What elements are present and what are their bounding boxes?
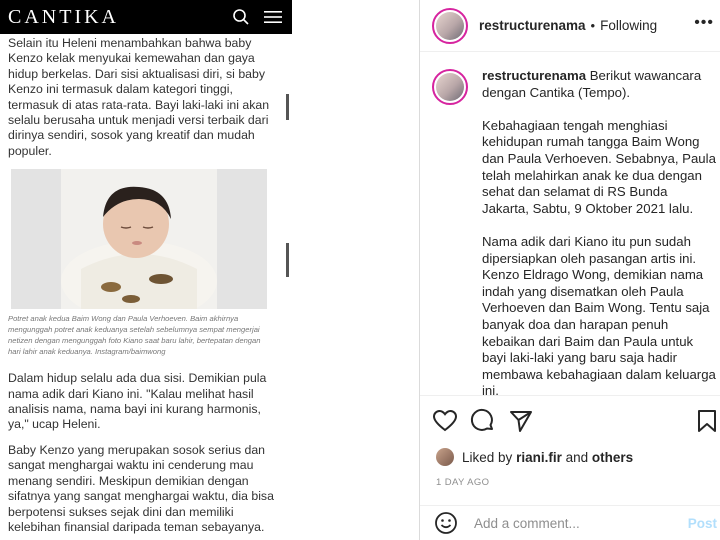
article-paragraph: Selain itu Heleni menambahkan bahwa baby… (8, 36, 270, 158)
comment-input[interactable]: Add a comment... (474, 516, 580, 531)
share-icon[interactable] (508, 408, 534, 434)
scroll-indicator (286, 243, 289, 277)
add-comment-bar: Add a comment... Post (420, 505, 720, 540)
comment-icon[interactable] (470, 408, 496, 434)
post-header: restructurenama • Following ••• (420, 0, 720, 52)
search-icon[interactable] (230, 6, 252, 28)
liked-others-link[interactable]: others (592, 450, 633, 465)
heart-icon[interactable] (432, 408, 458, 434)
article-screenshot: CANTIKA Selain itu Heleni menambahkan ba… (0, 0, 292, 540)
liked-prefix: Liked by (462, 449, 513, 465)
caption-text: Kebahagiaan tengah menghiasi kehidupan r… (482, 117, 716, 216)
username-link[interactable]: restructurenama (482, 68, 586, 83)
baby-photo (11, 169, 267, 310)
article-paragraph: Dalam hidup selalu ada dua sisi. Demikia… (8, 371, 267, 432)
avatar[interactable] (432, 7, 468, 44)
menu-icon[interactable] (262, 6, 284, 28)
separator-dot: • (590, 18, 596, 33)
likes-summary: Liked by riani.fir and others (436, 448, 633, 466)
post-timestamp[interactable]: 1 DAY AGO (436, 477, 489, 488)
caption-comment: restructurenama Berikut wawancara dengan… (432, 68, 717, 416)
bookmark-icon[interactable] (694, 408, 720, 434)
article-paragraph: Baby Kenzo yang merupakan sosok serius d… (8, 442, 274, 534)
username-link[interactable]: restructurenama (479, 18, 586, 33)
action-bar (420, 395, 720, 445)
following-button[interactable]: Following (600, 18, 657, 33)
photo-caption: Potret anak kedua Baim Wong dan Paula Ve… (8, 314, 261, 357)
more-options-icon[interactable]: ••• (694, 14, 714, 32)
brand-logo: CANTIKA (8, 5, 119, 28)
scroll-indicator (286, 94, 289, 120)
post-button[interactable]: Post (688, 516, 717, 531)
avatar[interactable] (432, 69, 468, 105)
emoji-icon[interactable] (434, 511, 458, 535)
instagram-post-panel: restructurenama • Following ••• restruct… (419, 0, 720, 540)
article-topbar: CANTIKA (0, 0, 292, 34)
caption-text: Nama adik dari Kiano itu pun sudah diper… (482, 233, 716, 399)
liked-and: and (565, 449, 589, 465)
avatar[interactable] (436, 448, 454, 466)
liked-user-link[interactable]: riani.fir (516, 450, 562, 465)
article-body: Selain itu Heleni menambahkan bahwa baby… (0, 34, 292, 535)
